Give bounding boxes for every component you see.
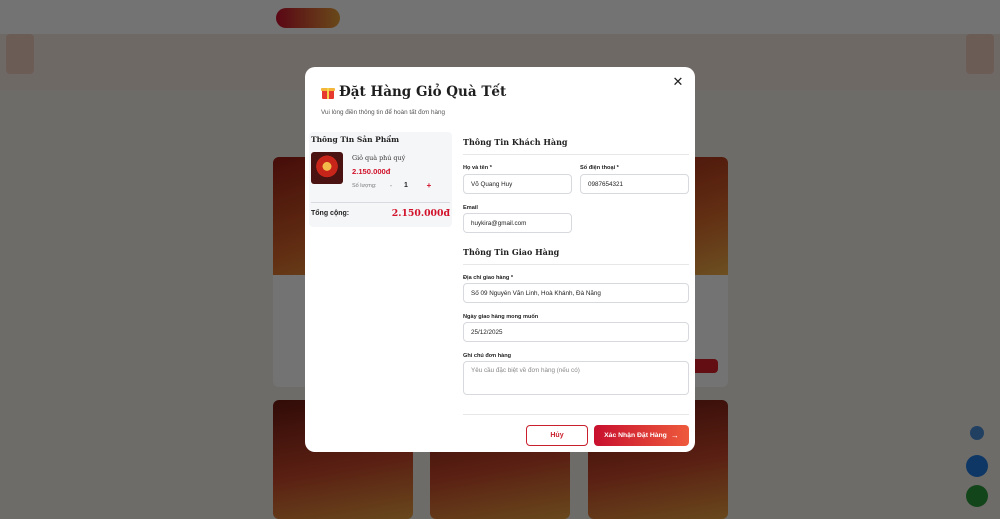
address-label: Địa chỉ giao hàng *	[463, 275, 514, 281]
product-section-title: Thông Tin Sản Phẩm	[311, 135, 400, 144]
product-price: 2.150.000đ	[352, 167, 391, 176]
modal-title: Đặt Hàng Giỏ Quà Tết	[339, 84, 507, 100]
total-value: 2.150.000đ	[391, 208, 450, 219]
name-field[interactable]	[463, 174, 572, 194]
divider	[311, 202, 450, 203]
gift-icon	[321, 85, 335, 99]
order-note-field[interactable]	[463, 361, 689, 395]
quantity-decrease-button[interactable]: -	[386, 181, 396, 191]
close-icon[interactable]: ✕	[671, 75, 685, 89]
quantity-label: Số lượng:	[352, 183, 377, 189]
modal-subtitle: Vui lòng điền thông tin để hoàn tất đơn …	[321, 109, 445, 116]
arrow-right-icon: →	[670, 431, 679, 440]
email-field[interactable]	[463, 213, 572, 233]
name-label: Họ và tên *	[463, 165, 492, 171]
cancel-button[interactable]: Hủy	[526, 425, 588, 446]
order-modal: ✕ Đặt Hàng Giỏ Quà Tết Vui lòng điền thô…	[305, 67, 695, 452]
quantity-increase-button[interactable]: +	[424, 181, 434, 191]
confirm-order-button[interactable]: Xác Nhận Đặt Hàng →	[594, 425, 689, 446]
phone-label: Số điện thoại *	[580, 165, 619, 171]
product-image	[311, 152, 343, 184]
delivery-section-title: Thông Tin Giao Hàng	[463, 247, 560, 257]
divider	[463, 154, 689, 155]
delivery-date-label: Ngày giao hàng mong muốn	[463, 314, 539, 320]
address-field[interactable]	[463, 283, 689, 303]
product-summary: Thông Tin Sản Phẩm Giỏ quà phú quý 2.150…	[309, 132, 452, 227]
email-label: Email	[463, 205, 478, 211]
product-name: Giỏ quà phú quý	[352, 154, 406, 162]
total-label: Tổng cộng:	[311, 210, 350, 217]
phone-field[interactable]	[580, 174, 689, 194]
quantity-value: 1	[404, 182, 408, 189]
confirm-order-label: Xác Nhận Đặt Hàng	[604, 432, 667, 439]
order-note-label: Ghi chú đơn hàng	[463, 353, 512, 359]
delivery-date-field[interactable]	[463, 322, 689, 342]
customer-section-title: Thông Tin Khách Hàng	[463, 137, 568, 147]
modal-header: Đặt Hàng Giỏ Quà Tết	[321, 84, 506, 100]
divider	[463, 414, 689, 415]
divider	[463, 264, 689, 265]
